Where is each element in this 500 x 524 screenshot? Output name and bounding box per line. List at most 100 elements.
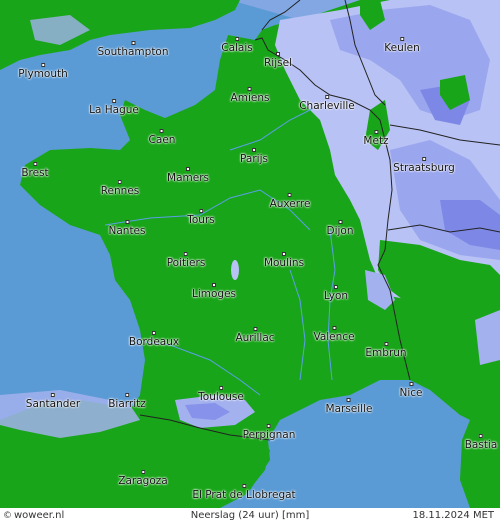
city-label: Santander bbox=[25, 398, 81, 410]
city-label: Tours bbox=[187, 214, 215, 226]
city-marker-icon bbox=[118, 180, 122, 184]
city-marker-icon bbox=[288, 193, 292, 197]
city-keulen: Keulen bbox=[384, 37, 420, 54]
city-label: Brest bbox=[21, 167, 49, 179]
city-marker-icon bbox=[40, 63, 45, 67]
city-charleville: Charleville bbox=[299, 95, 355, 112]
city-marker-icon bbox=[338, 220, 342, 224]
city-marker-icon bbox=[281, 252, 286, 256]
city-label: Calais bbox=[221, 42, 253, 54]
city-auxerre: Auxerre bbox=[269, 193, 311, 210]
city-marker-icon bbox=[125, 220, 129, 224]
city-marker-icon bbox=[251, 148, 256, 152]
city-santander: Santander bbox=[26, 393, 80, 410]
city-moulins: Moulins bbox=[264, 252, 304, 269]
city-label: Lyon bbox=[323, 290, 349, 302]
city-marker-icon bbox=[266, 424, 271, 428]
city-label: Biarritz bbox=[108, 398, 146, 410]
city-valence: Valence bbox=[313, 326, 355, 343]
city-plymouth: Plymouth bbox=[18, 63, 68, 80]
city-label: Mamers bbox=[167, 172, 209, 184]
city-marker-icon bbox=[324, 95, 329, 99]
city-marker-icon bbox=[130, 41, 135, 45]
city-label: Marseille bbox=[325, 403, 373, 415]
city-marker-icon bbox=[151, 331, 156, 335]
city-poitiers: Poitiers bbox=[166, 252, 206, 269]
city-label: Plymouth bbox=[18, 68, 68, 80]
city-marker-icon bbox=[331, 326, 336, 330]
lake bbox=[231, 260, 239, 280]
city-label: Moulins bbox=[263, 257, 305, 269]
city-label: Nice bbox=[399, 387, 423, 399]
city-biarritz: Biarritz bbox=[108, 393, 146, 410]
city-nantes: Nantes bbox=[109, 220, 146, 237]
city-la-hague: La Hague bbox=[89, 99, 139, 116]
city-label: Nantes bbox=[108, 225, 146, 237]
city-el-prat: El Prat de Llobregat bbox=[192, 484, 296, 501]
city-southampton: Southampton bbox=[97, 41, 169, 58]
city-marker-icon bbox=[185, 167, 190, 171]
map-footer: © woweer.nl Neerslag (24 uur) [mm] 18.11… bbox=[0, 508, 500, 524]
city-label: Caen bbox=[148, 134, 176, 146]
city-bastia: Bastia bbox=[464, 434, 498, 451]
city-marker-icon bbox=[399, 37, 404, 41]
precipitation-map: Southampton Plymouth Calais Rijsel Keule… bbox=[0, 0, 500, 508]
city-calais: Calais bbox=[221, 37, 253, 54]
city-nice: Nice bbox=[399, 382, 423, 399]
city-label: Straatsburg bbox=[393, 162, 455, 174]
city-label: El Prat de Llobregat bbox=[192, 489, 296, 501]
city-marker-icon bbox=[159, 129, 164, 133]
city-aurillac: Aurillac bbox=[235, 327, 275, 344]
city-label: Valence bbox=[313, 331, 355, 343]
city-perpignan: Perpignan bbox=[243, 424, 295, 441]
city-label: Parijs bbox=[240, 153, 268, 165]
city-toulouse: Toulouse bbox=[198, 386, 244, 403]
city-marker-icon bbox=[374, 130, 378, 134]
city-marker-icon bbox=[184, 252, 188, 256]
city-embrun: Embrun bbox=[365, 342, 407, 359]
city-label: Bastia bbox=[464, 439, 498, 451]
city-label: Dijon bbox=[326, 225, 354, 237]
city-label: La Hague bbox=[89, 104, 139, 116]
city-marker-icon bbox=[346, 398, 351, 402]
forecast-date: 18.11.2024 MET bbox=[412, 510, 494, 521]
city-bordeaux: Bordeaux bbox=[129, 331, 179, 348]
city-marker-icon bbox=[51, 393, 55, 397]
city-dijon: Dijon bbox=[327, 220, 354, 237]
city-limoges: Limoges bbox=[192, 283, 236, 300]
city-label: Keulen bbox=[384, 42, 420, 54]
city-label: Embrun bbox=[365, 347, 407, 359]
city-straatsburg: Straatsburg bbox=[393, 157, 455, 174]
timezone-value: MET bbox=[472, 510, 494, 521]
city-zaragoza: Zaragoza bbox=[118, 470, 168, 487]
city-marseille: Marseille bbox=[325, 398, 373, 415]
city-marker-icon bbox=[241, 484, 246, 488]
city-label: Aurillac bbox=[235, 332, 275, 344]
city-marker-icon bbox=[140, 470, 145, 474]
city-marker-icon bbox=[211, 283, 216, 287]
date-value: 18.11.2024 bbox=[412, 510, 470, 521]
city-marker-icon bbox=[253, 327, 257, 331]
city-marker-icon bbox=[384, 342, 388, 346]
city-marker-icon bbox=[478, 434, 483, 438]
city-marker-icon bbox=[33, 162, 37, 166]
city-rennes: Rennes bbox=[100, 180, 140, 197]
city-marker-icon bbox=[422, 157, 426, 161]
city-marker-icon bbox=[275, 52, 280, 56]
city-label: Rijsel bbox=[264, 57, 292, 69]
city-label: Auxerre bbox=[269, 198, 311, 210]
city-label: Zaragoza bbox=[118, 475, 168, 487]
city-marker-icon bbox=[218, 386, 223, 390]
city-amiens: Amiens bbox=[231, 87, 269, 104]
city-metz: Metz bbox=[363, 130, 389, 147]
city-rijsel: Rijsel bbox=[264, 52, 292, 69]
city-marker-icon bbox=[234, 37, 239, 41]
city-label: Metz bbox=[363, 135, 389, 147]
city-label: Toulouse bbox=[198, 391, 244, 403]
city-label: Poitiers bbox=[166, 257, 206, 269]
city-marker-icon bbox=[247, 87, 252, 91]
city-marker-icon bbox=[408, 382, 413, 386]
city-caen: Caen bbox=[148, 129, 176, 146]
city-marker-icon bbox=[125, 393, 129, 397]
city-label: Rennes bbox=[100, 185, 140, 197]
